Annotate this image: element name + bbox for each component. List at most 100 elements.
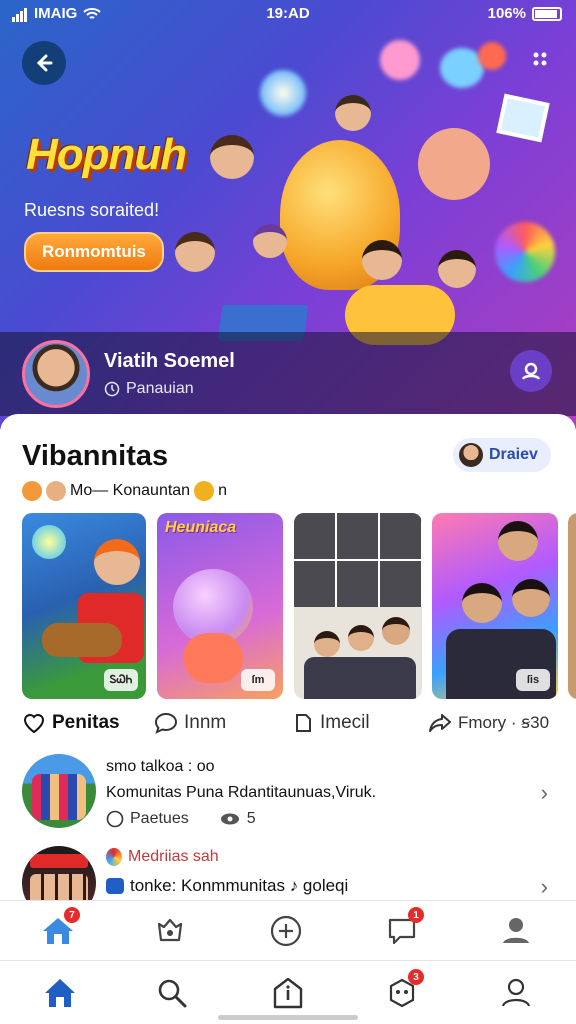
profile-icon (501, 978, 531, 1007)
back-button[interactable] (22, 41, 66, 85)
notification-badge: 1 (408, 907, 424, 923)
guitar-figure (42, 623, 122, 657)
feed-meta: Paetues 5 (106, 810, 256, 828)
people-group (304, 657, 416, 699)
bubble-decoration (32, 525, 66, 559)
status-bar: IMAIG 19:AD 106% (0, 0, 576, 30)
like-action[interactable]: Penitas (22, 712, 120, 734)
comment-label: Innm (184, 712, 227, 733)
tab-games[interactable]: 3 (382, 969, 424, 1013)
media-carousel[interactable]: ᏚᏇᏂ Heuniaca ſm ſis (22, 513, 576, 699)
home-indicator (218, 1015, 358, 1020)
girl-character (362, 240, 402, 280)
community-title: Vibannitas (22, 440, 169, 472)
person-figure (314, 631, 340, 657)
kid-character (335, 95, 371, 131)
person-figure (94, 539, 140, 585)
battery-percent: 106% (487, 5, 526, 22)
feed-meta-label: Paetues (130, 810, 189, 827)
face-emoji-icon (22, 481, 42, 501)
photo-frame-decoration (496, 93, 550, 143)
card-badge: ſm (241, 669, 275, 691)
notification-badge: 7 (64, 907, 80, 923)
list-item[interactable]: smo talkoa : oo Komunitas Puna Rdantitau… (22, 754, 558, 834)
tab-community[interactable] (150, 911, 190, 951)
kid-character (210, 135, 254, 179)
home-icon (45, 979, 75, 1007)
video-icon (106, 878, 124, 894)
media-card[interactable]: ſis (432, 513, 558, 699)
follow-label: Draiev (489, 446, 538, 463)
tab-search[interactable] (152, 973, 192, 1013)
tab-create[interactable] (266, 911, 306, 951)
card-label: Heuniaca (165, 519, 237, 536)
feed-meta-count: 5 (246, 810, 256, 827)
avatar (459, 443, 483, 467)
battery-icon (532, 6, 562, 21)
add-icon (270, 915, 302, 947)
upload-icon (273, 977, 303, 1009)
heart-icon (23, 714, 45, 734)
share-action[interactable]: Fmory · ꞩ30 (428, 712, 549, 734)
community-tagline: Mo— Konauntan n (22, 481, 227, 501)
chevron-right-icon: › (540, 874, 548, 899)
card-badge: ᏚᏇᏂ (104, 669, 138, 691)
media-card[interactable]: ᏚᏇᏂ (22, 513, 146, 699)
tab-profile[interactable] (496, 973, 536, 1013)
comment-icon (154, 712, 178, 734)
eye-icon (220, 813, 239, 825)
person-figure (348, 625, 374, 651)
community-thumbnail (22, 846, 96, 900)
girl-character (253, 224, 287, 258)
list-item[interactable]: Medriias sah tonke: Konmmunitas ♪ goleqi… (22, 846, 558, 900)
owner-role: Panauian (104, 380, 194, 398)
sticker-decoration (478, 42, 506, 70)
tab-bar-secondary: 7 1 (0, 900, 576, 960)
media-card[interactable] (294, 513, 422, 699)
tab-home[interactable] (40, 973, 80, 1013)
tab-messages[interactable]: 1 (382, 907, 424, 951)
avatar[interactable] (22, 340, 90, 408)
feed-body: Komunitas Puna Rdantitaunuas,Viruk. (106, 784, 377, 801)
kid-character (438, 250, 476, 288)
person-figure (498, 521, 538, 561)
tab-profile[interactable] (496, 911, 536, 951)
share-label: Fmory · ꞩ30 (458, 713, 550, 732)
logo-icon (106, 848, 122, 866)
hero-cta-button[interactable]: Ronmomtuis (24, 232, 164, 272)
hero-banner: Hopnuh Ruesns soraited! Ronmomtuis Viati… (0, 0, 576, 430)
owner-role-label: Panauian (126, 380, 194, 397)
share-icon (429, 714, 451, 732)
follow-button[interactable]: Draiev (453, 438, 551, 472)
like-label: Penitas (52, 712, 120, 733)
search-icon (158, 979, 187, 1008)
comment-action[interactable]: Innm (154, 712, 226, 734)
chevron-right-icon: › (540, 780, 548, 805)
profile-icon (503, 918, 529, 943)
tagline-suffix: n (218, 482, 227, 499)
save-action[interactable]: Imecil (292, 712, 370, 734)
post-actions: Penitas Innm Imecil Fmory · ꞩ30 (22, 712, 562, 742)
card-badge: ſis (516, 669, 550, 691)
clock-icon (104, 381, 120, 397)
kid-character (175, 232, 215, 272)
person-figure (512, 579, 550, 617)
feed-body: tonke: Konmmunitas ♪ goleqi (130, 876, 349, 895)
group-icon (521, 362, 541, 380)
circle-icon (106, 810, 124, 828)
tab-home[interactable]: 7 (38, 907, 80, 951)
feed-title: Medriias sah (128, 848, 219, 865)
media-card[interactable] (568, 513, 576, 699)
more-options-button[interactable] (528, 45, 556, 73)
person-figure (462, 583, 502, 623)
media-card[interactable]: Heuniaca ſm (157, 513, 283, 699)
owner-name[interactable]: Viatih Soemel (104, 350, 235, 373)
hero-title: Hopnuh (26, 130, 187, 179)
share-button[interactable] (510, 350, 552, 392)
bubble-decoration (260, 70, 306, 116)
tab-upload[interactable] (268, 973, 308, 1013)
tab-bar-primary: 3 (0, 960, 576, 1024)
arrow-left-icon (36, 54, 53, 72)
feed-title: smo talkoa : oo (106, 758, 215, 775)
save-icon (296, 714, 311, 732)
